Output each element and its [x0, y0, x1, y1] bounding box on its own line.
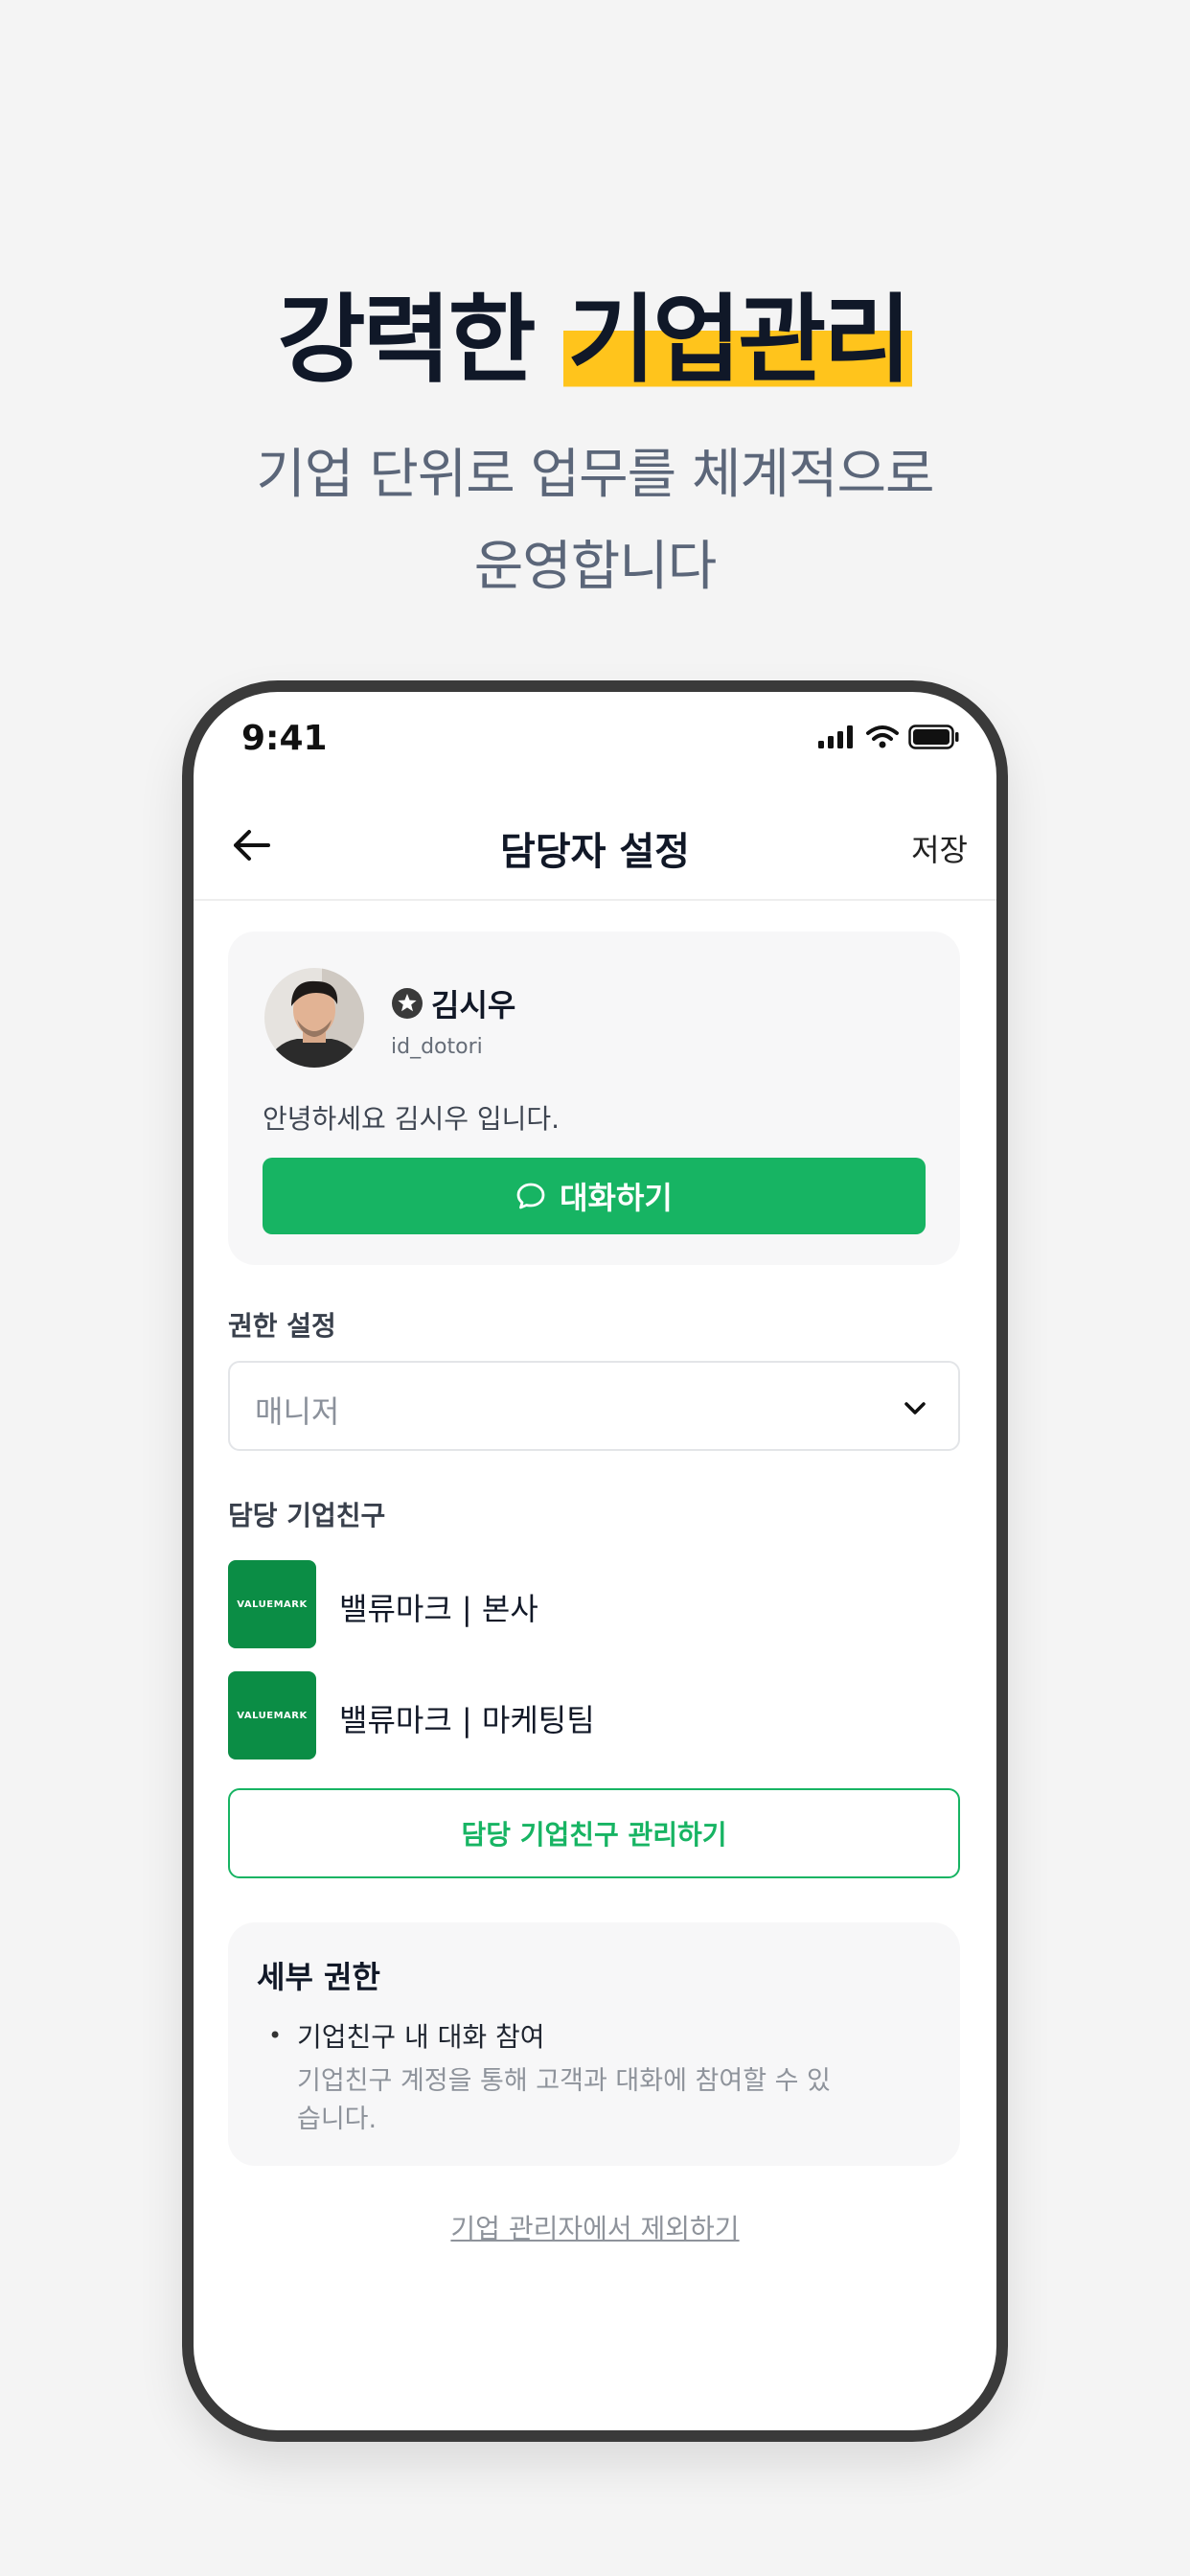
remove-admin-link[interactable]: 기업 관리자에서 제외하기 — [194, 2208, 996, 2246]
permission-item-title: 기업친구 내 대화 참여 — [297, 2021, 545, 2053]
company-item[interactable]: VALUEMARK 밸류마크 | 본사 — [228, 1560, 960, 1648]
status-time: 9:41 — [241, 719, 328, 758]
promo-title: 강력한 기업관리 — [0, 278, 1190, 402]
permission-item-description: 기업친구 계정을 통해 고객과 대화에 참여할 수 있습니다. — [297, 2066, 831, 2134]
permissions-title: 세부 권한 — [257, 1959, 380, 1995]
status-bar: 9:41 — [194, 692, 996, 788]
profile-name: 김시우 — [431, 987, 516, 1024]
promo-subtitle: 기업 단위로 업무를 체계적으로 운영합니다 — [0, 429, 1190, 613]
page-title: 담당자 설정 — [500, 830, 690, 874]
manage-companies-button[interactable]: 담당 기업친구 관리하기 — [228, 1788, 960, 1878]
bullet: • — [268, 2022, 283, 2049]
phone-frame: 9:41 담당자 설정 저장 김시우 id_dotori 안녕하세요 김시우 입… — [182, 680, 1008, 2442]
profile-name-row: 김시우 — [391, 981, 515, 1025]
wifi-icon — [866, 725, 899, 748]
companies-section-label: 담당 기업친구 — [228, 1500, 386, 1531]
save-button[interactable]: 저장 — [911, 826, 968, 870]
promo-subtitle-line-1: 기업 단위로 업무를 체계적으로 — [256, 444, 934, 506]
profile-id: id_dotori — [391, 1035, 483, 1059]
chevron-down-icon — [904, 1402, 926, 1414]
company-name: 밸류마크 | 마케팅팀 — [339, 1702, 595, 1738]
profile-card: 김시우 id_dotori 안녕하세요 김시우 입니다. 대화하기 — [228, 932, 960, 1265]
chat-bubble-icon — [516, 1183, 545, 1209]
navigation-bar: 담당자 설정 저장 — [194, 788, 996, 901]
status-icons — [818, 724, 960, 749]
promo-subtitle-line-2: 운영합니다 — [473, 536, 718, 598]
promo-title-plain: 강력한 — [277, 284, 564, 396]
avatar-image — [264, 968, 364, 1068]
signal-icon — [818, 725, 853, 748]
start-chat-label: 대화하기 — [560, 1180, 673, 1216]
company-name: 밸류마크 | 본사 — [339, 1591, 538, 1627]
avatar — [264, 968, 364, 1068]
permissions-card: 세부 권한 • 기업친구 내 대화 참여 기업친구 계정을 통해 고객과 대화에… — [228, 1922, 960, 2166]
company-logo: VALUEMARK — [228, 1560, 316, 1648]
profile-greeting: 안녕하세요 김시우 입니다. — [263, 1103, 561, 1135]
battery-icon — [908, 724, 959, 749]
promo-title-highlight: 기업관리 — [563, 284, 913, 396]
role-select-value: 매니저 — [255, 1393, 340, 1430]
role-section-label: 권한 설정 — [228, 1310, 336, 1342]
role-select[interactable]: 매니저 — [228, 1361, 960, 1451]
star-badge-icon — [392, 988, 423, 1019]
start-chat-button[interactable]: 대화하기 — [263, 1158, 926, 1234]
company-item[interactable]: VALUEMARK 밸류마크 | 마케팅팀 — [228, 1671, 960, 1760]
company-logo: VALUEMARK — [228, 1671, 316, 1760]
